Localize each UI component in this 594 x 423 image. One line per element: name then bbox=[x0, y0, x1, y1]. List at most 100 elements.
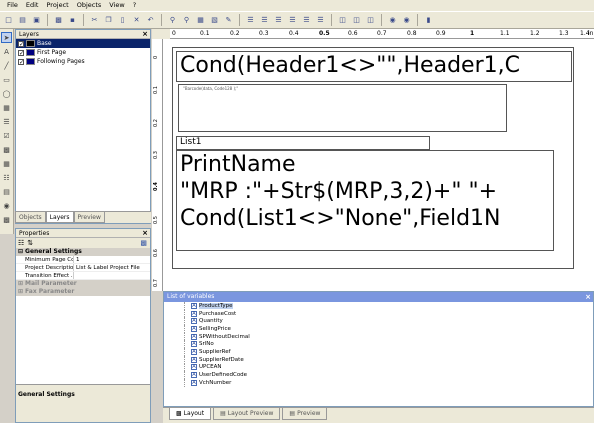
variable-item[interactable]: A UserDefinedCode bbox=[164, 371, 593, 379]
design-canvas[interactable]: Cond(Header1<>"",Header1,C "Barcode(data… bbox=[163, 39, 594, 291]
menu-help[interactable]: ? bbox=[129, 0, 140, 11]
expand-icon[interactable]: ⊞ bbox=[18, 280, 23, 288]
save-icon[interactable]: ▣ bbox=[31, 15, 42, 26]
barcode-object[interactable]: "Barcode(data, Code128 );" bbox=[178, 84, 507, 132]
property-value[interactable]: List & Label Project File bbox=[73, 264, 150, 271]
menu-project[interactable]: Project bbox=[42, 0, 72, 11]
delete-icon[interactable]: ✕ bbox=[131, 15, 142, 26]
globe-icon[interactable]: ◉ bbox=[387, 15, 398, 26]
layer-checkbox[interactable]: ✓ bbox=[18, 49, 24, 56]
chart-tool-icon[interactable]: ▩ bbox=[1, 144, 12, 155]
checkbox-tool-icon[interactable]: ☑ bbox=[1, 130, 12, 141]
barcode-tool-icon[interactable]: ☰ bbox=[1, 116, 12, 127]
paste-icon[interactable]: ▯ bbox=[117, 15, 128, 26]
variable-item[interactable]: A SupplierRefDate bbox=[164, 355, 593, 364]
tab-objects[interactable]: Objects bbox=[15, 212, 46, 223]
variable-item[interactable]: A SrlNo bbox=[164, 340, 593, 349]
select-tool-icon[interactable]: ➤ bbox=[1, 32, 12, 43]
tree-line bbox=[184, 309, 190, 318]
list-object[interactable]: PrintName "MRP :"+Str$(MRP,3,2)+" "+ Con… bbox=[176, 150, 554, 251]
form-control-tool-icon[interactable]: ▤ bbox=[1, 186, 12, 197]
property-row[interactable]: Minimum Page Co... 1 bbox=[16, 256, 150, 264]
size-width-icon[interactable]: ◫ bbox=[337, 15, 348, 26]
property-row[interactable]: Transition Effect ... bbox=[16, 272, 150, 280]
toolbox: ➤ A ╱ ▭ ◯ ▦ ☰ ☑ ▩ ▦ ☷ ▤ ◉ ▩ bbox=[0, 29, 14, 234]
property-group-fax[interactable]: ⊞ Fax Parameter bbox=[16, 288, 150, 296]
list-object-label[interactable]: List1 bbox=[176, 136, 430, 150]
ruler-tick: 0.3 bbox=[259, 30, 269, 37]
layer-checkbox[interactable]: ✓ bbox=[18, 58, 24, 65]
layer-checkbox[interactable]: ✓ bbox=[18, 40, 24, 47]
variable-item[interactable]: A VchNumber bbox=[164, 378, 593, 387]
sort-alpha-icon[interactable]: ⇅ bbox=[27, 239, 33, 247]
find-icon[interactable]: ⚲ bbox=[167, 15, 178, 26]
tab-layout[interactable]: ▩ Layout bbox=[169, 408, 212, 420]
help-icon[interactable]: ◉ bbox=[401, 15, 412, 26]
table-icon[interactable]: ▦ bbox=[195, 15, 206, 26]
align-bottom-icon[interactable]: ☰ bbox=[315, 15, 326, 26]
layer-item-base[interactable]: ✓ Base bbox=[16, 39, 150, 48]
line-tool-icon[interactable]: ╱ bbox=[1, 60, 12, 71]
collapse-icon[interactable]: ⊟ bbox=[18, 248, 23, 256]
variable-item[interactable]: A SupplierRef bbox=[164, 348, 593, 356]
book-icon[interactable]: ▮ bbox=[423, 15, 434, 26]
header-text-object[interactable]: Cond(Header1<>"",Header1,C bbox=[176, 51, 572, 82]
formatted-text-tool-icon[interactable]: ☷ bbox=[1, 172, 12, 183]
grid-icon[interactable]: ▧ bbox=[209, 15, 220, 26]
property-pages-icon[interactable]: ▩ bbox=[140, 239, 147, 247]
ruler-tick: 0.6 bbox=[348, 30, 358, 37]
variable-item[interactable]: A SellingPrice bbox=[164, 325, 593, 333]
tab-layout-preview[interactable]: ▤ Layout Preview bbox=[213, 408, 281, 420]
rectangle-tool-icon[interactable]: ▭ bbox=[1, 74, 12, 85]
tab-layers[interactable]: Layers bbox=[45, 212, 74, 223]
menu-objects[interactable]: Objects bbox=[73, 0, 106, 11]
property-value[interactable] bbox=[73, 272, 150, 279]
variable-item[interactable]: A UPCEAN bbox=[164, 363, 593, 372]
layer-item-first-page[interactable]: ✓ First Page bbox=[16, 48, 150, 57]
property-group-mail[interactable]: ⊞ Mail Parameter bbox=[16, 280, 150, 288]
copy-icon[interactable]: ❐ bbox=[103, 15, 114, 26]
variable-item[interactable]: A Quantity bbox=[164, 317, 593, 326]
ole-tool-icon[interactable]: ▩ bbox=[1, 214, 12, 225]
variable-item[interactable]: A PurchaseCost bbox=[164, 309, 593, 318]
layers-title: Layers bbox=[19, 31, 39, 38]
cut-icon[interactable]: ✂ bbox=[89, 15, 100, 26]
property-row[interactable]: Project Description List & Label Project… bbox=[16, 264, 150, 272]
image-tool-icon[interactable]: ▦ bbox=[1, 102, 12, 113]
expand-icon[interactable]: ⊞ bbox=[18, 288, 23, 296]
find-next-icon[interactable]: ⚲ bbox=[181, 15, 192, 26]
bring-front-icon[interactable]: ◫ bbox=[365, 15, 376, 26]
align-top-icon[interactable]: ☰ bbox=[287, 15, 298, 26]
report-page[interactable]: Cond(Header1<>"",Header1,C "Barcode(data… bbox=[172, 47, 574, 269]
menu-view[interactable]: View bbox=[105, 0, 128, 11]
undo-icon[interactable]: ↶ bbox=[145, 15, 156, 26]
tab-preview[interactable]: Preview bbox=[73, 212, 105, 223]
close-icon[interactable]: × bbox=[142, 30, 148, 39]
ellipse-tool-icon[interactable]: ◯ bbox=[1, 88, 12, 99]
print-icon[interactable]: ▩ bbox=[53, 15, 64, 26]
align-middle-icon[interactable]: ☰ bbox=[301, 15, 312, 26]
new-icon[interactable]: □ bbox=[3, 15, 14, 26]
variable-item[interactable]: A ProductType bbox=[164, 302, 593, 310]
property-group-general[interactable]: ⊟ General Settings bbox=[16, 248, 150, 256]
align-right-icon[interactable]: ☰ bbox=[273, 15, 284, 26]
open-icon[interactable]: ▤ bbox=[17, 15, 28, 26]
menu-edit[interactable]: Edit bbox=[22, 0, 43, 11]
tab-preview-view[interactable]: ▤ Preview bbox=[282, 408, 328, 420]
close-icon[interactable]: × bbox=[585, 292, 591, 302]
categorized-icon[interactable]: ☷ bbox=[18, 239, 24, 247]
layer-item-following-pages[interactable]: ✓ Following Pages bbox=[16, 57, 150, 66]
close-icon[interactable]: × bbox=[142, 229, 148, 238]
align-center-icon[interactable]: ☰ bbox=[259, 15, 270, 26]
property-value[interactable]: 1 bbox=[73, 256, 150, 263]
preview-icon[interactable]: ▪ bbox=[67, 15, 78, 26]
table-tool-icon[interactable]: ▦ bbox=[1, 158, 12, 169]
variable-item[interactable]: A SPWithoutDecimal bbox=[164, 332, 593, 341]
edit-object-icon[interactable]: ✎ bbox=[223, 15, 234, 26]
html-tool-icon[interactable]: ◉ bbox=[1, 200, 12, 211]
text-tool-icon[interactable]: A bbox=[1, 46, 12, 57]
align-left-icon[interactable]: ☰ bbox=[245, 15, 256, 26]
size-height-icon[interactable]: ◫ bbox=[351, 15, 362, 26]
property-key: Project Description bbox=[25, 265, 73, 271]
menu-file[interactable]: File bbox=[3, 0, 22, 11]
